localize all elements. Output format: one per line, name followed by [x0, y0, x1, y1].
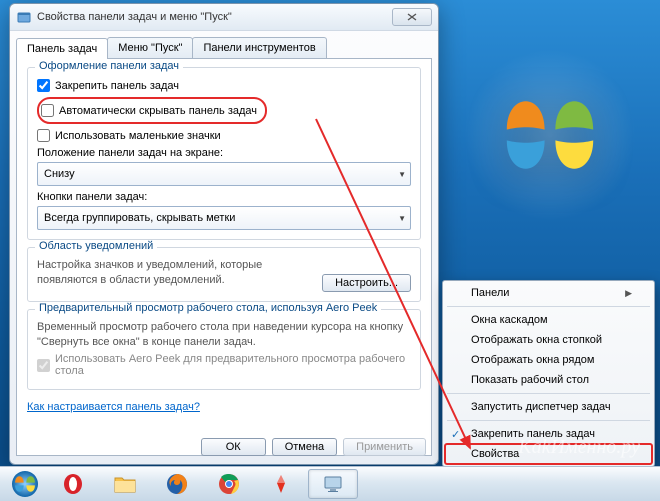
menu-stack[interactable]: Отображать окна стопкой — [445, 330, 652, 350]
group-title: Оформление панели задач — [35, 60, 183, 72]
menu-label: Панели — [471, 287, 509, 299]
peek-desc: Временный просмотр рабочего стола при на… — [37, 320, 411, 350]
windows-logo — [460, 45, 640, 225]
select-value: Всегда группировать, скрывать метки — [44, 212, 235, 224]
tab-toolbars[interactable]: Панели инструментов — [192, 37, 326, 58]
checkbox-input[interactable] — [37, 79, 50, 92]
close-button[interactable] — [392, 8, 432, 26]
chrome-icon — [218, 473, 240, 495]
menu-panels[interactable]: Панели ▶ — [445, 283, 652, 303]
checkbox-label: Использовать маленькие значки — [55, 130, 221, 142]
menu-label: Показать рабочий стол — [471, 374, 589, 386]
taskbar-app-properties[interactable] — [308, 469, 358, 499]
taskbar[interactable] — [0, 466, 660, 501]
check-icon: ✓ — [451, 428, 460, 441]
position-label: Положение панели задач на экране: — [37, 147, 411, 159]
help-link[interactable]: Как настраивается панель задач? — [27, 401, 200, 413]
ok-button[interactable]: ОК — [201, 438, 266, 456]
close-icon — [407, 13, 417, 21]
menu-task-manager[interactable]: Запустить диспетчер задач — [445, 397, 652, 417]
monitor-icon — [323, 474, 343, 494]
tab-start-menu[interactable]: Меню "Пуск" — [107, 37, 193, 58]
cancel-button[interactable]: Отмена — [272, 438, 337, 456]
group-title: Область уведомлений — [35, 240, 157, 252]
firefox-icon — [166, 473, 188, 495]
checkbox-label: Автоматически скрывать панель задач — [59, 105, 257, 117]
chevron-down-icon: ▼ — [398, 214, 406, 223]
checkbox-autohide[interactable]: Автоматически скрывать панель задач — [41, 104, 257, 117]
opera-icon — [62, 473, 84, 495]
tab-taskbar[interactable]: Панель задач — [16, 38, 108, 59]
checkbox-lock-taskbar[interactable]: Закрепить панель задач — [37, 79, 411, 92]
menu-label: Свойства — [471, 448, 519, 460]
tabstrip: Панель задач Меню "Пуск" Панели инструме… — [10, 31, 438, 58]
start-button[interactable] — [4, 470, 46, 498]
yandex-icon — [270, 473, 292, 495]
folder-icon — [114, 474, 136, 494]
menu-cascade[interactable]: Окна каскадом — [445, 310, 652, 330]
chevron-right-icon: ▶ — [625, 288, 632, 299]
taskbar-app-firefox[interactable] — [152, 469, 202, 499]
select-position[interactable]: Снизу ▼ — [37, 162, 411, 186]
group-appearance: Оформление панели задач Закрепить панель… — [27, 67, 421, 240]
group-aero-peek: Предварительный просмотр рабочего стола,… — [27, 309, 421, 391]
customize-button[interactable]: Настроить... — [322, 274, 411, 292]
select-value: Снизу — [44, 168, 75, 180]
checkbox-input[interactable] — [37, 129, 50, 142]
apply-button: Применить — [343, 438, 426, 456]
checkbox-label: Использовать Aero Peek для предварительн… — [55, 353, 411, 377]
checkbox-aero-peek: Использовать Aero Peek для предварительн… — [37, 353, 411, 377]
select-buttons[interactable]: Всегда группировать, скрывать метки ▼ — [37, 206, 411, 230]
taskbar-app-explorer[interactable] — [100, 469, 150, 499]
window-icon — [16, 9, 32, 25]
menu-separator — [447, 306, 650, 307]
window-title: Свойства панели задач и меню "Пуск" — [37, 11, 392, 23]
menu-label: Отображать окна стопкой — [471, 334, 602, 346]
group-notification: Область уведомлений Настройка значков и … — [27, 247, 421, 302]
menu-separator — [447, 393, 650, 394]
group-title: Предварительный просмотр рабочего стола,… — [35, 302, 381, 314]
taskbar-app-opera[interactable] — [48, 469, 98, 499]
menu-separator — [447, 420, 650, 421]
menu-label: Запустить диспетчер задач — [471, 401, 611, 413]
buttons-label: Кнопки панели задач: — [37, 191, 411, 203]
menu-side[interactable]: Отображать окна рядом — [445, 350, 652, 370]
tab-panel: Оформление панели задач Закрепить панель… — [16, 58, 432, 456]
highlight-autohide: Автоматически скрывать панель задач — [37, 97, 267, 124]
taskbar-app-yandex[interactable] — [256, 469, 306, 499]
taskbar-app-chrome[interactable] — [204, 469, 254, 499]
checkbox-input — [37, 359, 50, 372]
properties-dialog: Свойства панели задач и меню "Пуск" Пане… — [9, 3, 439, 465]
dialog-buttons: ОК Отмена Применить — [201, 438, 426, 456]
menu-label: Окна каскадом — [471, 314, 548, 326]
windows-start-icon — [11, 470, 39, 498]
menu-show-desktop[interactable]: Показать рабочий стол — [445, 370, 652, 390]
checkbox-label: Закрепить панель задач — [55, 80, 179, 92]
menu-label: Отображать окна рядом — [471, 354, 594, 366]
checkbox-small-icons[interactable]: Использовать маленькие значки — [37, 129, 411, 142]
notify-desc: Настройка значков и уведомлений, которые… — [37, 258, 314, 288]
titlebar[interactable]: Свойства панели задач и меню "Пуск" — [10, 4, 438, 31]
chevron-down-icon: ▼ — [398, 170, 406, 179]
watermark: KakИменно.ру — [518, 436, 640, 459]
checkbox-input[interactable] — [41, 104, 54, 117]
